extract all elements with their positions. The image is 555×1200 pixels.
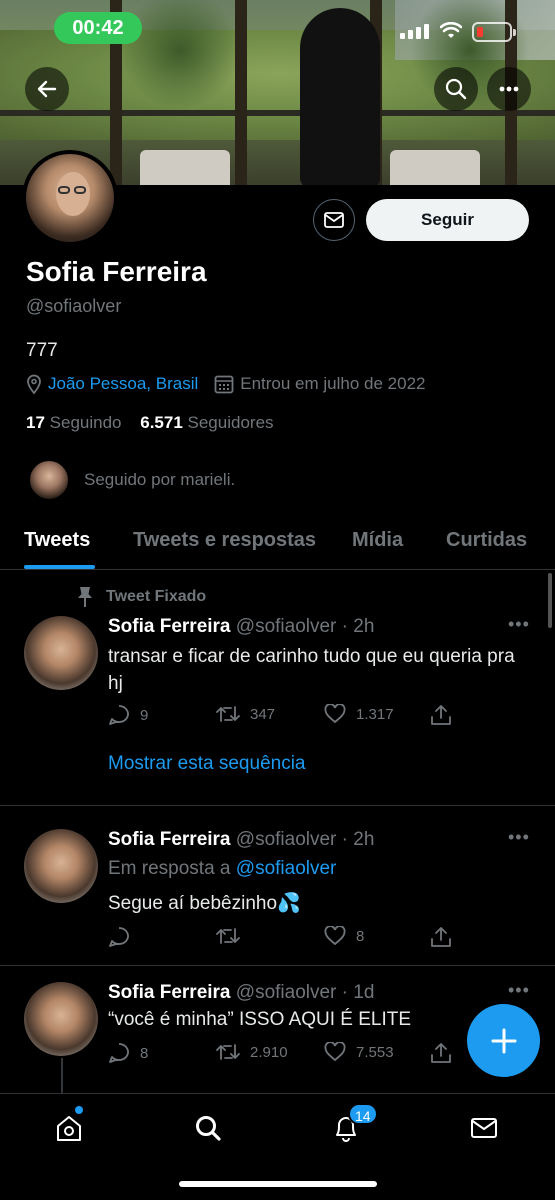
profile-location[interactable]: João Pessoa, Brasil — [48, 374, 198, 394]
like-button[interactable]: 7.553 — [324, 1042, 394, 1062]
retweet-button[interactable]: 2.910 — [216, 1042, 288, 1062]
tweet-actions: 8 — [108, 926, 458, 950]
reply-to-label: Em resposta a @sofiaolver — [108, 858, 337, 879]
envelope-icon — [471, 1118, 497, 1138]
followed-by-text: Seguido por marieli. — [84, 470, 236, 489]
status-time: 00:42 — [54, 12, 142, 44]
nav-home[interactable] — [49, 1108, 89, 1148]
back-button[interactable] — [25, 67, 69, 111]
profile-counts: 17 Seguindo 6.571 Seguidores — [26, 413, 274, 433]
followers-link[interactable]: 6.571 Seguidores — [140, 413, 273, 432]
pinned-label: Tweet Fixado — [76, 586, 206, 608]
profile-bio: 777 — [26, 340, 58, 361]
profile-tabs: Tweets Tweets e respostas Mídia Curtidas — [0, 520, 555, 570]
show-thread-link[interactable]: Mostrar esta sequência — [108, 753, 306, 775]
followed-by[interactable]: Seguido por marieli. — [28, 459, 235, 501]
compose-tweet-button[interactable] — [467, 1004, 540, 1077]
status-bar: 00:42 — [0, 0, 555, 56]
search-icon — [196, 1116, 221, 1141]
nav-messages[interactable] — [464, 1108, 504, 1148]
reply-button[interactable]: 8 — [108, 1042, 148, 1064]
tab-media[interactable]: Mídia — [352, 529, 403, 552]
heart-icon — [324, 704, 346, 724]
share-button[interactable] — [430, 926, 452, 948]
reply-button[interactable]: 9 — [108, 704, 148, 726]
cellular-signal-icon — [400, 24, 429, 39]
share-icon — [431, 705, 451, 725]
tweet-actions: 8 2.910 7.553 — [108, 1042, 458, 1066]
tweet-actions: 9 347 1.317 — [108, 704, 458, 728]
profile-avatar[interactable] — [22, 150, 118, 246]
tweet-divider — [0, 805, 555, 806]
share-icon — [431, 1043, 451, 1063]
wifi-icon — [440, 22, 462, 38]
tweet-text: transar e ficar de carinho tudo que eu q… — [108, 646, 515, 694]
tab-tweets[interactable]: Tweets — [24, 529, 90, 552]
message-button[interactable] — [313, 199, 355, 241]
tweet-divider — [0, 965, 555, 966]
envelope-icon — [324, 212, 344, 228]
tweet-text: Segue aí bebêzinho💦 — [108, 893, 301, 914]
share-icon — [431, 927, 451, 947]
retweet-button[interactable]: 347 — [216, 704, 275, 724]
heart-icon — [324, 926, 346, 946]
profile-joined-date: Entrou em julho de 2022 — [240, 374, 426, 393]
tweet-text: “você é minha” ISSO AQUI É ELITE — [108, 1009, 412, 1030]
share-button[interactable] — [430, 704, 452, 726]
retweet-button[interactable] — [216, 926, 250, 946]
reply-to-handle[interactable]: @sofiaolver — [236, 858, 337, 879]
home-indicator[interactable] — [179, 1181, 377, 1187]
search-icon — [445, 78, 467, 100]
search-button[interactable] — [434, 67, 478, 111]
reply-icon — [109, 927, 129, 947]
home-icon — [57, 1116, 81, 1141]
scrollbar[interactable] — [548, 573, 552, 628]
retweet-icon — [216, 706, 240, 722]
tab-tweets-and-replies[interactable]: Tweets e respostas — [133, 529, 316, 552]
battery-icon — [472, 22, 516, 42]
thread-line — [61, 1058, 63, 1094]
pin-icon — [78, 587, 92, 607]
profile-meta: João Pessoa, Brasil Entrou em julho de 2… — [26, 374, 426, 394]
nav-search[interactable] — [188, 1108, 228, 1148]
tweet-avatar[interactable] — [24, 829, 98, 903]
heart-icon — [324, 1042, 346, 1062]
notifications-badge: 14 — [348, 1103, 378, 1125]
tweet-header[interactable]: Sofia Ferreira @sofiaolver · 2h — [108, 616, 374, 638]
like-button[interactable]: 8 — [324, 926, 364, 946]
active-tab-indicator — [24, 565, 95, 569]
tweet-avatar[interactable] — [24, 616, 98, 690]
profile-handle: @sofiaolver — [26, 296, 122, 316]
more-horizontal-icon — [499, 86, 519, 92]
share-button[interactable] — [430, 1042, 452, 1064]
arrow-left-icon — [37, 80, 57, 98]
location-pin-icon — [27, 374, 41, 394]
calendar-icon — [214, 375, 234, 394]
like-button[interactable]: 1.317 — [324, 704, 394, 724]
more-button[interactable] — [487, 67, 531, 111]
reply-icon — [109, 705, 129, 725]
tweet-more-button[interactable]: ••• — [508, 614, 530, 635]
follower-avatar — [28, 459, 70, 501]
tweet-more-button[interactable]: ••• — [508, 980, 530, 1001]
tweet-more-button[interactable]: ••• — [508, 827, 530, 848]
reply-icon — [109, 1043, 129, 1063]
plus-icon — [491, 1028, 516, 1053]
retweet-icon — [216, 1044, 240, 1060]
retweet-icon — [216, 928, 240, 944]
tweet-header[interactable]: Sofia Ferreira @sofiaolver · 1d — [108, 982, 374, 1004]
tweet-header[interactable]: Sofia Ferreira @sofiaolver · 2h — [108, 829, 374, 851]
tab-likes[interactable]: Curtidas — [446, 529, 527, 552]
new-content-dot — [75, 1106, 83, 1114]
follow-button[interactable]: Seguir — [366, 199, 529, 241]
following-link[interactable]: 17 Seguindo — [26, 413, 122, 432]
reply-button[interactable] — [108, 926, 140, 948]
tweet-avatar[interactable] — [24, 982, 98, 1056]
profile-name: Sofia Ferreira — [26, 256, 207, 287]
